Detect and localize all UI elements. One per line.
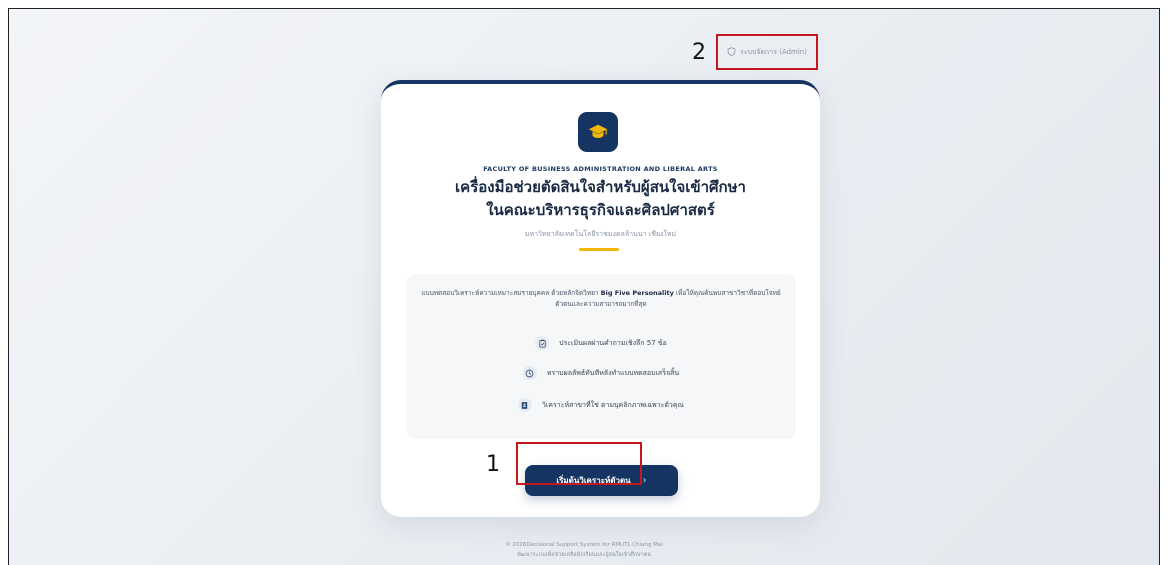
title-line-2: ในคณะบริหารธุรกิจและศิลปศาสตร์ — [486, 201, 715, 219]
accent-divider — [579, 248, 619, 251]
feature-label: ทราบผลลัพธ์ทันทีหลังทำแบบทดสอบเสร็จสิ้น — [546, 368, 680, 377]
admin-link-label: ระบบจัดการ (Admin) — [740, 47, 807, 56]
faculty-name: FACULTY OF BUSINESS ADMINISTRATION AND L… — [483, 165, 718, 173]
admin-link[interactable]: ระบบจัดการ (Admin) — [716, 34, 818, 70]
info-box: แบบทดสอบวิเคราะห์ความเหมาะสมรายบุคคล ด้ว… — [406, 274, 796, 439]
shield-icon — [727, 46, 736, 58]
feature-item: วิเคราะห์สาขาที่ใช่ ตามบุคลิกภาพเฉพาะตัว… — [406, 398, 796, 412]
description-text: แบบทดสอบวิเคราะห์ความเหมาะสมรายบุคคล ด้ว… — [421, 289, 601, 297]
footer-tagline: พัฒนาระบบเพื่อช่วยเหลือนักเรียนและผู้สนใ… — [517, 552, 651, 558]
description: แบบทดสอบวิเคราะห์ความเหมาะสมรายบุคคล ด้ว… — [418, 288, 784, 310]
annotation-label-1: 1 — [486, 452, 500, 477]
page-background: 2 ระบบจัดการ (Admin) FACULTY OF BUSINESS… — [8, 8, 1160, 565]
feature-label: วิเคราะห์สาขาที่ใช่ ตามบุคลิกภาพเฉพาะตัว… — [541, 400, 685, 409]
feature-label: ประเมินผลผ่านคำถามเชิงลึก 57 ข้อ — [559, 338, 667, 347]
university-name: มหาวิทยาลัยเทคโนโลยีราชมงคลล้านนา เชียงใ… — [524, 230, 677, 238]
start-button-label: เริ่มต้นวิเคราะห์ตัวตน — [556, 476, 631, 485]
feature-item: ทราบผลลัพธ์ทันทีหลังทำแบบทดสอบเสร็จสิ้น — [406, 366, 796, 380]
description-highlight: Big Five Personality — [600, 289, 674, 297]
chevron-right-icon: › — [642, 475, 647, 486]
start-analysis-button[interactable]: เริ่มต้นวิเคราะห์ตัวตน › — [525, 465, 678, 496]
graduation-cap-icon — [578, 112, 618, 152]
feature-item: ประเมินผลผ่านคำถามเชิงลึก 57 ข้อ — [406, 336, 796, 350]
page-title: เครื่องมือช่วยตัดสินใจสำหรับผู้สนใจเข้าศ… — [381, 176, 820, 222]
clipboard-icon — [535, 336, 550, 350]
footer: © 2026Decisional Support System for RMUT… — [9, 540, 1159, 560]
footer-copyright: © 2026Decisional Support System for RMUT… — [505, 542, 663, 548]
title-line-1: เครื่องมือช่วยตัดสินใจสำหรับผู้สนใจเข้าศ… — [455, 178, 746, 196]
id-card-icon — [517, 398, 532, 412]
annotation-label-2: 2 — [692, 40, 706, 65]
clock-icon — [522, 366, 537, 380]
main-card: FACULTY OF BUSINESS ADMINISTRATION AND L… — [381, 80, 820, 517]
